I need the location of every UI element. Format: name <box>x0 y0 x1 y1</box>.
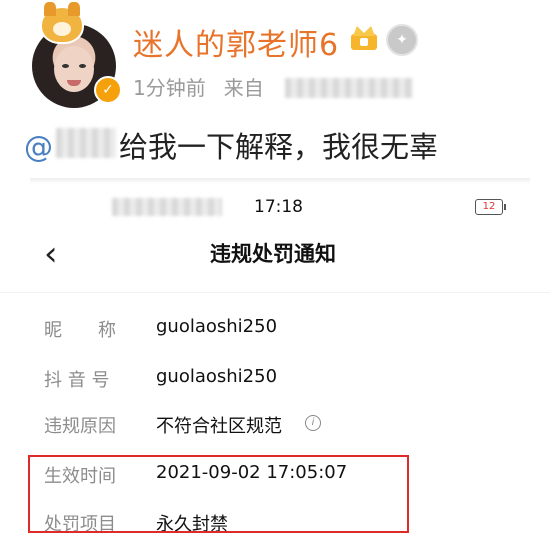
chevron-left-icon[interactable]: ‹ <box>44 237 68 271</box>
post-meta: 1分钟前 来自 <box>133 72 264 101</box>
redacted-source <box>285 78 413 98</box>
crown-icon <box>351 26 377 50</box>
message-text: 给我一下解释，我很无辜 <box>119 130 439 164</box>
row-value-douyin-id: guolaoshi250 <box>156 366 278 387</box>
medal-icon: ✦ <box>386 24 418 56</box>
page-title: 违规处罚通知 <box>210 242 336 266</box>
info-icon[interactable]: i <box>305 415 321 431</box>
row-label-douyin-id: 抖 音 号 <box>44 370 110 391</box>
post-header: ✓ 迷人的郭老师6 ✦ 1分钟前 来自 <box>0 0 550 112</box>
row-value-nickname: guolaoshi250 <box>156 316 278 337</box>
row-value-violation-reason: 不符合社区规范 <box>156 416 282 437</box>
username[interactable]: 迷人的郭老师6 <box>133 20 339 64</box>
dog-icon <box>40 2 84 44</box>
highlight-box <box>28 455 409 533</box>
row-label-nickname: 昵 称 <box>44 320 116 341</box>
redacted-mention <box>56 128 116 158</box>
status-time: 17:18 <box>254 197 303 217</box>
battery-icon: 12 <box>475 199 506 215</box>
mention-at-sign[interactable]: @ <box>24 130 53 164</box>
verified-badge-icon: ✓ <box>94 76 122 104</box>
post-source-prefix: 来自 <box>223 76 264 100</box>
dog-ear-left <box>44 2 56 16</box>
row-label-violation-reason: 违规原因 <box>44 416 116 437</box>
post-time: 1分钟前 <box>133 76 206 100</box>
screenshot-edge <box>30 178 530 184</box>
avatar-eye-left <box>62 64 69 68</box>
dog-snout <box>53 22 71 36</box>
avatar[interactable]: ✓ <box>32 2 122 108</box>
nav-divider <box>0 292 550 293</box>
redacted-carrier <box>112 198 222 216</box>
avatar-eye-right <box>79 64 86 68</box>
dog-ear-right <box>68 2 80 16</box>
